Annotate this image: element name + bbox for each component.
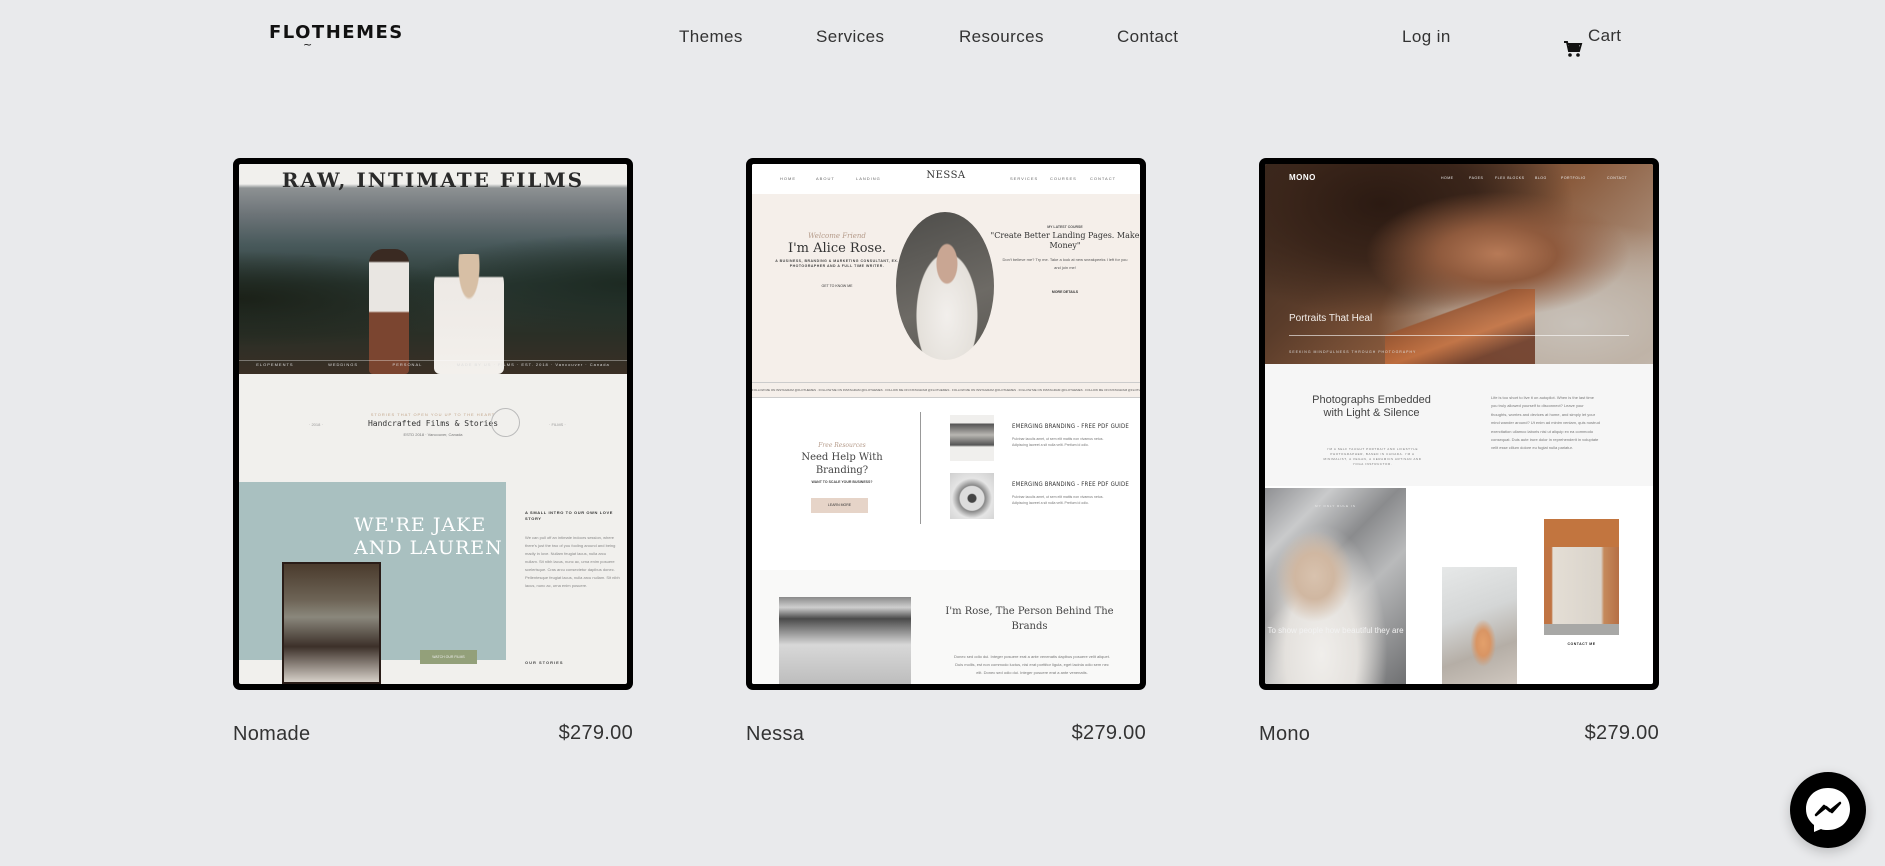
theme-card-nessa[interactable]: HOME ABOUT LANDING SERVICES COURSES CONT… [746,158,1146,745]
nomade-hero-image: ELOPEMENTS WEDDINGS PERSONAL MADE BY US … [239,164,627,374]
nessa-guide-title: EMERGING BRANDING - FREE PDF GUIDE [1012,481,1129,488]
mono-photo-wall [1544,519,1619,547]
theme-card-nomade[interactable]: ELOPEMENTS WEDDINGS PERSONAL MADE BY US … [233,158,633,745]
theme-name[interactable]: Nessa [746,723,804,746]
devices-mockup-thumbnail [950,415,994,461]
theme-price: $279.00 [558,722,633,744]
nessa-guide-body: Pulvinar iaculis amet, ut sem elit matti… [1012,495,1104,505]
mono-hero-title: Portraits That Heal [1289,313,1373,324]
nessa-about-title: I'm Rose, The Person Behind The Brands [945,606,1114,632]
nessa-right-kicker: MY LATEST COURSE [1047,225,1083,229]
nessa-preview: HOME ABOUT LANDING SERVICES COURSES CONT… [752,164,1140,684]
nessa-right-quote: "Create Better Landing Pages. Make Money… [990,231,1140,250]
mono-section-body: Life is too short to live it on autopilo… [1491,395,1600,451]
theme-name[interactable]: Nomade [233,723,310,746]
nessa-want-scale: WANT TO SCALE YOUR BUSINESS? [811,480,873,484]
nomade-copy-heading: A SMALL INTRO TO OUR OWN LOVE STORY [525,510,613,521]
theme-name[interactable]: Mono [1259,723,1310,746]
theme-card-mono[interactable]: MONO HOME PAGES FLEX BLOCKS BLOG PORTFOL… [1259,158,1659,745]
hero-divider [239,360,627,361]
mono-gallery-photo [1442,567,1517,684]
flothemes-logo[interactable]: FLOTHEMES ~ [269,22,404,51]
theme-preview-frame[interactable]: MONO HOME PAGES FLEX BLOCKS BLOG PORTFOL… [1259,158,1659,690]
mono-section-sub: I'M A SELF TAUGHT PORTRAIT AND LIFESTYLE… [1323,447,1422,466]
badge-stamp-icon [491,408,520,437]
mono-gallery-photo [1265,488,1406,684]
mono-contact-link: CONTACT ME [1567,642,1596,646]
nomade-hero-title: RAW, INTIMATE FILMS [281,168,585,192]
nessa-brand: NESSA [926,170,966,181]
mono-section-title: Photographs Embedded with Light & Silenc… [1312,394,1431,419]
nomade-subtitle: Handcrafted Films & Stories [367,419,499,428]
hero-nav-item: PERSONAL [392,362,423,367]
nav-contact[interactable]: Contact [1117,27,1178,47]
bride-figure [434,254,504,374]
nomade-copy-footer: OUR STORIES [525,660,564,665]
mono-nav-item: BLOG [1535,176,1547,180]
nav-services[interactable]: Services [816,27,884,47]
nessa-right-body: Don't believe me? Try me. Take a look at… [1002,257,1128,270]
nomade-hero-nav: ELOPEMENTS WEDDINGS PERSONAL MADE BY US … [239,362,627,367]
theme-price: $279.00 [1584,722,1659,744]
login-link[interactable]: Log in [1402,27,1451,47]
nomade-meta: ESTD 2018 · Vancouver, Canada [403,432,463,437]
mono-hero-rule [1289,335,1629,336]
nessa-bw-photo [779,597,911,684]
nomade-preview: ELOPEMENTS WEDDINGS PERSONAL MADE BY US … [239,164,627,684]
mono-nav-item: CONTACT [1607,176,1628,180]
nessa-divider [920,412,921,524]
nessa-need-help: Need Help With Branding? [801,452,883,476]
nessa-hero-desc: A BUSINESS, BRANDING & MARKETING CONSULT… [775,259,899,268]
mountain-shading [239,224,627,374]
nessa-greeting: Welcome Friend [808,232,866,240]
nessa-instagram-ticker: FOLLOW ME ON INSTAGRAM @FLOTHEMES · FOLL… [752,382,1140,398]
theme-price: $279.00 [1071,722,1146,744]
mono-nav-item: PORTFOLIO [1561,176,1586,180]
nav-themes[interactable]: Themes [679,27,743,47]
messenger-icon [1806,788,1850,832]
mono-preview: MONO HOME PAGES FLEX BLOCKS BLOG PORTFOL… [1265,164,1653,684]
mono-nav-item: FLEX BLOCKS [1495,176,1525,180]
theme-preview-frame[interactable]: HOME ABOUT LANDING SERVICES COURSES CONT… [746,158,1146,690]
nomade-kicker: STORIES THAT OPEN YOU UP TO THE HEART [370,412,496,417]
nomade-cta-button: WATCH OUR FILMS [420,650,477,664]
cart-label: Cart [1588,26,1622,45]
hero-nav-item: MADE BY US · FILMS · EST. 2018 · Vancouv… [456,362,610,367]
mono-brand: MONO [1289,173,1316,182]
messenger-chat-button[interactable] [1790,772,1866,848]
nessa-right-link: MORE DETAILS [1051,290,1079,294]
shopping-cart-icon [1564,41,1583,57]
theme-preview-frame[interactable]: ELOPEMENTS WEDDINGS PERSONAL MADE BY US … [233,158,633,690]
nessa-portrait-oval [896,212,994,360]
mono-photo-kicker: MY ONLY RULE IS [1315,504,1356,508]
nessa-guide-title: EMERGING BRANDING - FREE PDF GUIDE [1012,423,1129,430]
nomade-copy-body: We can pull off an intimate indoors sess… [525,535,620,588]
groom-figure [369,249,409,374]
mono-nav-item: PAGES [1469,176,1484,180]
phone-mockup-thumbnail [950,473,994,519]
nessa-guide-body: Pulvinar iaculis amet, ut sem elit matti… [1012,437,1104,447]
mono-photo-ground [1544,624,1619,635]
nessa-learn-more: LEARN MORE [811,498,868,513]
nav-resources[interactable]: Resources [959,27,1044,47]
hero-nav-item: ELOPEMENTS [256,362,294,367]
logo-tilde-mark: ~ [303,38,314,51]
nessa-about-body: Donec sed odio dui. Integer posuere erat… [954,654,1110,675]
nessa-free-resources: Free Resources [818,442,866,449]
mono-photo-text: To show people how beautiful they are [1267,626,1404,635]
mono-hero-sub: SEEKING MINDFULNESS THROUGH PHOTOGRAPHY [1289,350,1417,354]
hero-nav-item: WEDDINGS [328,362,359,367]
nomade-feature-title: WE'RE JAKE AND LAUREN [354,514,503,559]
mono-nav-item: HOME [1441,176,1454,180]
nomade-couple-photo [282,562,381,684]
nessa-hero-name: I'm Alice Rose. [787,241,887,256]
